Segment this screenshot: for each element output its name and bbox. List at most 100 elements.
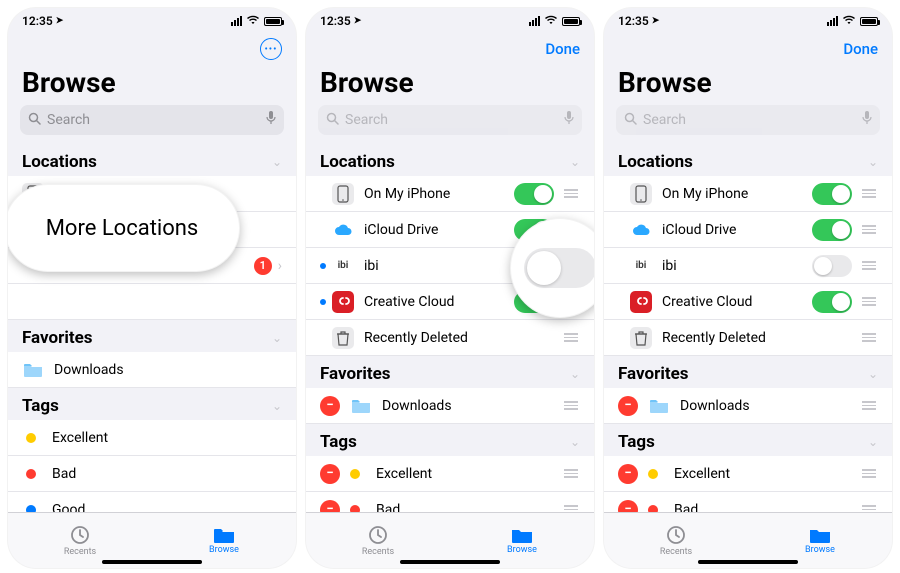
drag-handle-icon[interactable]: [860, 469, 878, 478]
tag-color-dot: [350, 469, 360, 479]
tags-header[interactable]: Tags ⌄: [306, 424, 594, 456]
iphone-icon: [630, 183, 652, 205]
favorite-row-downloads[interactable]: Downloads: [8, 352, 296, 388]
battery-icon: [860, 17, 878, 26]
chevron-down-icon: ⌄: [570, 155, 580, 169]
tag-color-dot: [26, 469, 36, 479]
locations-header[interactable]: Locations ⌄: [604, 144, 892, 176]
home-indicator[interactable]: [400, 560, 500, 564]
tag-row[interactable]: − Excellent: [306, 456, 594, 492]
drag-handle-icon[interactable]: [562, 401, 580, 410]
toggle-switch[interactable]: [812, 183, 852, 205]
location-row[interactable]: ibiibi: [604, 248, 892, 284]
icloud-icon: [630, 219, 652, 241]
done-button[interactable]: Done: [545, 40, 580, 58]
favorite-row[interactable]: − Downloads: [306, 388, 594, 424]
drag-handle-icon[interactable]: [860, 333, 878, 342]
done-button[interactable]: Done: [843, 40, 878, 58]
tag-row[interactable]: Good: [8, 492, 296, 512]
favorites-header[interactable]: Favorites ⌄: [604, 356, 892, 388]
page-title: Browse: [306, 64, 594, 105]
location-arrow-icon: ➤: [56, 16, 64, 26]
callout-more-locations: More Locations: [8, 184, 240, 272]
location-row[interactable]: Recently Deleted: [306, 320, 594, 356]
badge-count: 1: [254, 257, 272, 275]
chevron-down-icon: ⌄: [272, 399, 282, 413]
chevron-down-icon: ⌄: [570, 435, 580, 449]
delete-button[interactable]: −: [618, 464, 638, 484]
iphone-icon: [332, 183, 354, 205]
chevron-down-icon: ⌄: [570, 367, 580, 381]
home-indicator[interactable]: [102, 560, 202, 564]
toggle-off-zoom: [524, 248, 594, 288]
locations-header[interactable]: Locations ⌄: [8, 144, 296, 176]
new-indicator-dot: [320, 299, 326, 305]
delete-button[interactable]: −: [618, 500, 638, 513]
locations-header[interactable]: Locations ⌄: [306, 144, 594, 176]
cellular-icon: [827, 16, 838, 26]
folder-icon: [648, 395, 670, 417]
cc-icon: [630, 291, 652, 313]
more-options-button[interactable]: •••: [260, 38, 282, 60]
search-icon: [326, 112, 339, 129]
location-row[interactable]: On My iPhone: [604, 176, 892, 212]
search-input[interactable]: Search: [616, 105, 880, 135]
drag-handle-icon[interactable]: [860, 297, 878, 306]
location-row[interactable]: iCloud Drive: [604, 212, 892, 248]
chevron-down-icon: ⌄: [868, 155, 878, 169]
drag-handle-icon[interactable]: [860, 505, 878, 512]
toggle-switch[interactable]: [812, 219, 852, 241]
location-row[interactable]: Creative Cloud: [604, 284, 892, 320]
mic-icon: [862, 111, 872, 129]
trash-icon: [630, 327, 652, 349]
location-row[interactable]: On My iPhone: [306, 176, 594, 212]
home-indicator[interactable]: [698, 560, 798, 564]
tag-row[interactable]: − Excellent: [604, 456, 892, 492]
favorites-header[interactable]: Favorites ⌄: [306, 356, 594, 388]
location-row[interactable]: Recently Deleted: [604, 320, 892, 356]
delete-button[interactable]: −: [320, 500, 340, 513]
location-row-hidden-2[interactable]: [8, 284, 296, 320]
delete-button[interactable]: −: [618, 396, 638, 416]
delete-button[interactable]: −: [320, 464, 340, 484]
drag-handle-icon[interactable]: [860, 189, 878, 198]
nav-bar: •••: [8, 34, 296, 64]
status-bar: 12:35 ➤: [8, 8, 296, 34]
drag-handle-icon[interactable]: [562, 189, 580, 198]
content-scroll[interactable]: Locations ⌄ On My iPhoneiCloud Driveibii…: [604, 144, 892, 512]
toggle-switch[interactable]: [812, 291, 852, 313]
folder-icon: [22, 359, 44, 381]
favorite-row[interactable]: − Downloads: [604, 388, 892, 424]
tag-row[interactable]: Excellent: [8, 420, 296, 456]
tags-header[interactable]: Tags ⌄: [8, 388, 296, 420]
phone-screen-1: 12:35 ➤ ••• Browse Search Locations ⌄: [8, 8, 296, 568]
search-icon: [624, 112, 637, 129]
drag-handle-icon[interactable]: [562, 469, 580, 478]
wifi-icon: [544, 14, 558, 28]
status-bar: 12:35 ➤: [306, 8, 594, 34]
drag-handle-icon[interactable]: [562, 505, 580, 512]
chevron-down-icon: ⌄: [272, 331, 282, 345]
delete-button[interactable]: −: [320, 396, 340, 416]
drag-handle-icon[interactable]: [860, 261, 878, 270]
drag-handle-icon[interactable]: [860, 401, 878, 410]
mic-icon[interactable]: [266, 111, 276, 129]
search-input[interactable]: Search: [20, 105, 284, 135]
tags-header[interactable]: Tags ⌄: [604, 424, 892, 456]
new-indicator-dot: [320, 263, 326, 269]
tag-row[interactable]: Bad: [8, 456, 296, 492]
favorites-header[interactable]: Favorites ⌄: [8, 320, 296, 352]
search-icon: [28, 112, 41, 129]
toggle-switch[interactable]: [514, 183, 554, 205]
tag-row[interactable]: − Bad: [306, 492, 594, 512]
toggle-switch[interactable]: [812, 255, 852, 277]
status-time: 12:35: [22, 14, 53, 28]
tag-color-dot: [26, 505, 36, 513]
wifi-icon: [842, 14, 856, 28]
drag-handle-icon[interactable]: [562, 333, 580, 342]
cellular-icon: [231, 16, 242, 26]
search-input[interactable]: Search: [318, 105, 582, 135]
content-scroll[interactable]: Locations ⌄ On My iPhoneiCloud Driveibii…: [306, 144, 594, 512]
tag-row[interactable]: − Bad: [604, 492, 892, 512]
drag-handle-icon[interactable]: [860, 225, 878, 234]
